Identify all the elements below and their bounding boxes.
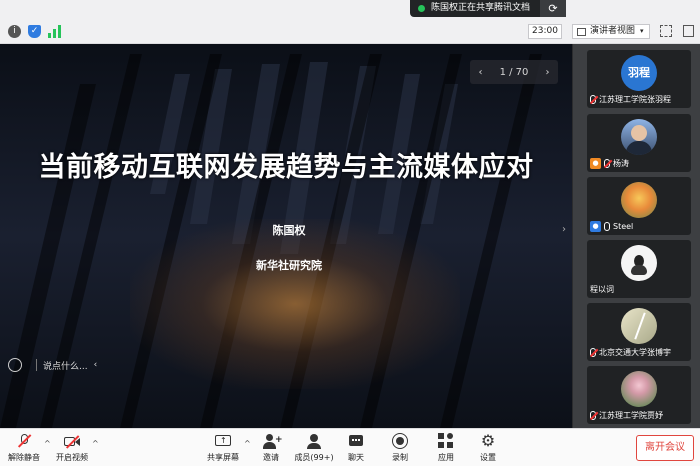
participant-tile[interactable]: 程以词 xyxy=(587,240,691,298)
refresh-icon[interactable]: ⟳ xyxy=(540,0,566,17)
unmute-label: 解除静音 xyxy=(8,453,40,462)
prev-page-icon[interactable]: ‹ xyxy=(479,67,483,78)
settings-button[interactable]: ⚙ 设置 xyxy=(476,433,500,463)
start-video-button[interactable]: 开启视频 xyxy=(54,433,90,463)
view-mode-label: 演讲者视图 xyxy=(590,26,636,36)
info-icon[interactable]: i xyxy=(8,25,21,38)
collapse-sidebar-icon[interactable]: › xyxy=(562,224,572,242)
city-lights-glow xyxy=(130,219,460,389)
next-page-icon[interactable]: › xyxy=(545,67,549,78)
chat-quick-input[interactable]: 说点什么... ‹ xyxy=(8,354,106,376)
chat-placeholder: 说点什么... xyxy=(43,361,88,372)
participant-tile[interactable]: ● 杨涛 xyxy=(587,114,691,172)
divider xyxy=(36,359,37,371)
emoji-icon[interactable] xyxy=(8,358,22,372)
gear-icon: ⚙ xyxy=(480,431,496,450)
record-label: 录制 xyxy=(392,453,408,462)
shared-slide: ‹ 1 / 70 › 当前移动互联网发展趋势与主流媒体应对 陈国权 新华社研究院… xyxy=(0,44,572,428)
signal-icon[interactable] xyxy=(48,25,62,38)
invite-icon: + xyxy=(263,433,283,449)
avatar xyxy=(621,308,657,344)
apps-label: 应用 xyxy=(438,453,454,462)
participant-label: 江苏理工学院张羽程 xyxy=(587,93,691,106)
chevron-up-icon[interactable]: ^ xyxy=(244,439,251,448)
participant-label: ● Steel xyxy=(587,220,691,233)
participant-tile[interactable]: 羽程 江苏理工学院张羽程 xyxy=(587,50,691,108)
page-navigator: ‹ 1 / 70 › xyxy=(470,60,558,84)
participant-name: 江苏理工学院贾妤 xyxy=(599,411,663,420)
grid-view-icon xyxy=(577,27,586,36)
top-bar: 陈国权正在共享腾讯文档 ⟳ i ✓ 23:00 演讲者视图 ▾ xyxy=(0,0,700,44)
user-badge-icon: ● xyxy=(590,221,601,232)
chat-button[interactable]: 聊天 xyxy=(344,433,368,463)
members-icon xyxy=(306,433,322,449)
participant-label: 程以词 xyxy=(587,283,691,296)
avatar xyxy=(621,182,657,218)
chat-icon xyxy=(348,433,364,449)
meeting-timer: 23:00 xyxy=(528,24,562,39)
participant-tile[interactable]: 江苏理工学院贾妤 xyxy=(587,366,691,424)
share-screen-label: 共享屏幕 xyxy=(207,453,239,462)
mic-muted-icon xyxy=(590,95,596,104)
view-mode-select[interactable]: 演讲者视图 ▾ xyxy=(572,24,650,39)
participant-sidebar: 羽程 江苏理工学院张羽程 ● 杨涛 ● Steel 程以词 北京交通大学张博宇 … xyxy=(572,44,700,428)
participant-tile[interactable]: 北京交通大学张博宇 xyxy=(587,303,691,361)
avatar xyxy=(621,119,657,155)
members-button[interactable]: 成员(99+) xyxy=(294,433,334,463)
share-screen-icon: ↑ xyxy=(215,433,231,449)
chevron-up-icon[interactable]: ^ xyxy=(92,439,99,448)
participant-name: 程以词 xyxy=(590,285,614,294)
sharing-status-text: 陈国权正在共享腾讯文档 xyxy=(431,3,531,13)
record-icon xyxy=(392,433,408,449)
slide-organization: 新华社研究院 xyxy=(256,259,322,272)
user-badge-icon: ● xyxy=(590,158,601,169)
collapse-chat-icon[interactable]: ‹ xyxy=(94,360,98,370)
share-screen-button[interactable]: ↑ 共享屏幕 xyxy=(204,433,242,463)
meeting-toolbar: 解除静音 ^ 开启视频 ^ ↑ 共享屏幕 ^ + 邀请 成员(99+) 聊天 录… xyxy=(0,428,700,466)
mic-muted-icon xyxy=(604,159,610,168)
record-button[interactable]: 录制 xyxy=(388,433,412,463)
shield-icon[interactable]: ✓ xyxy=(28,25,41,38)
unmute-button[interactable]: 解除静音 xyxy=(6,433,42,463)
participant-name: 北京交通大学张博宇 xyxy=(599,348,671,357)
members-label: 成员(99+) xyxy=(294,453,334,462)
leave-meeting-button[interactable]: 离开会议 xyxy=(636,435,694,461)
avatar xyxy=(621,245,657,281)
participant-name: 杨涛 xyxy=(613,159,629,168)
mic-muted-icon xyxy=(590,348,596,357)
start-video-label: 开启视频 xyxy=(56,453,88,462)
invite-label: 邀请 xyxy=(263,453,279,462)
avatar: 羽程 xyxy=(621,55,657,91)
avatar xyxy=(621,371,657,407)
participant-label: 北京交通大学张博宇 xyxy=(587,346,691,359)
slide-presenter: 陈国权 xyxy=(272,224,306,237)
participant-label: 江苏理工学院贾妤 xyxy=(587,409,691,422)
mic-icon xyxy=(604,222,610,231)
slide-title: 当前移动互联网发展趋势与主流媒体应对 xyxy=(38,152,534,183)
invite-button[interactable]: + 邀请 xyxy=(258,433,284,463)
mic-muted-icon xyxy=(590,411,596,420)
sidebar-toggle-icon[interactable] xyxy=(683,25,694,37)
apps-icon xyxy=(438,433,454,449)
mic-muted-icon xyxy=(16,433,32,449)
page-indicator: 1 / 70 xyxy=(499,66,529,78)
settings-label: 设置 xyxy=(480,453,496,462)
apps-button[interactable]: 应用 xyxy=(434,433,458,463)
camera-off-icon xyxy=(64,433,80,449)
chevron-down-icon: ▾ xyxy=(640,27,644,35)
fullscreen-icon[interactable] xyxy=(660,25,672,37)
participant-tile[interactable]: ● Steel xyxy=(587,177,691,235)
participant-label: ● 杨涛 xyxy=(587,157,691,170)
sharing-dot-icon xyxy=(418,5,425,12)
participant-name: Steel xyxy=(613,222,634,231)
participant-name: 江苏理工学院张羽程 xyxy=(599,95,671,104)
chevron-up-icon[interactable]: ^ xyxy=(44,439,51,448)
chat-label: 聊天 xyxy=(348,453,364,462)
